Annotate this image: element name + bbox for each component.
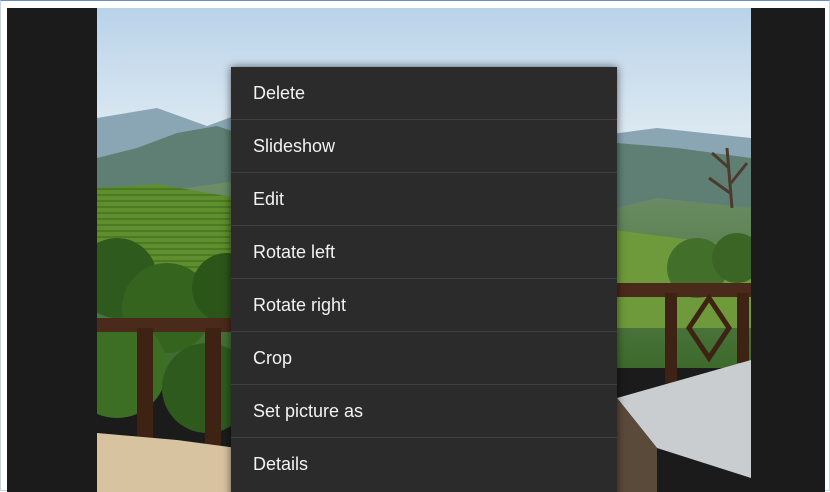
gallery-viewer: Delete Slideshow Edit Rotate left Rotate… — [7, 8, 825, 492]
menu-item-crop[interactable]: Crop — [231, 332, 617, 385]
menu-item-set-picture-as[interactable]: Set picture as — [231, 385, 617, 438]
menu-item-rotate-left[interactable]: Rotate left — [231, 226, 617, 279]
menu-item-rotate-right[interactable]: Rotate right — [231, 279, 617, 332]
device-frame: Delete Slideshow Edit Rotate left Rotate… — [0, 0, 830, 492]
context-menu: Delete Slideshow Edit Rotate left Rotate… — [231, 67, 617, 492]
menu-item-slideshow[interactable]: Slideshow — [231, 120, 617, 173]
menu-item-delete[interactable]: Delete — [231, 67, 617, 120]
menu-item-details[interactable]: Details — [231, 438, 617, 491]
menu-item-edit[interactable]: Edit — [231, 173, 617, 226]
